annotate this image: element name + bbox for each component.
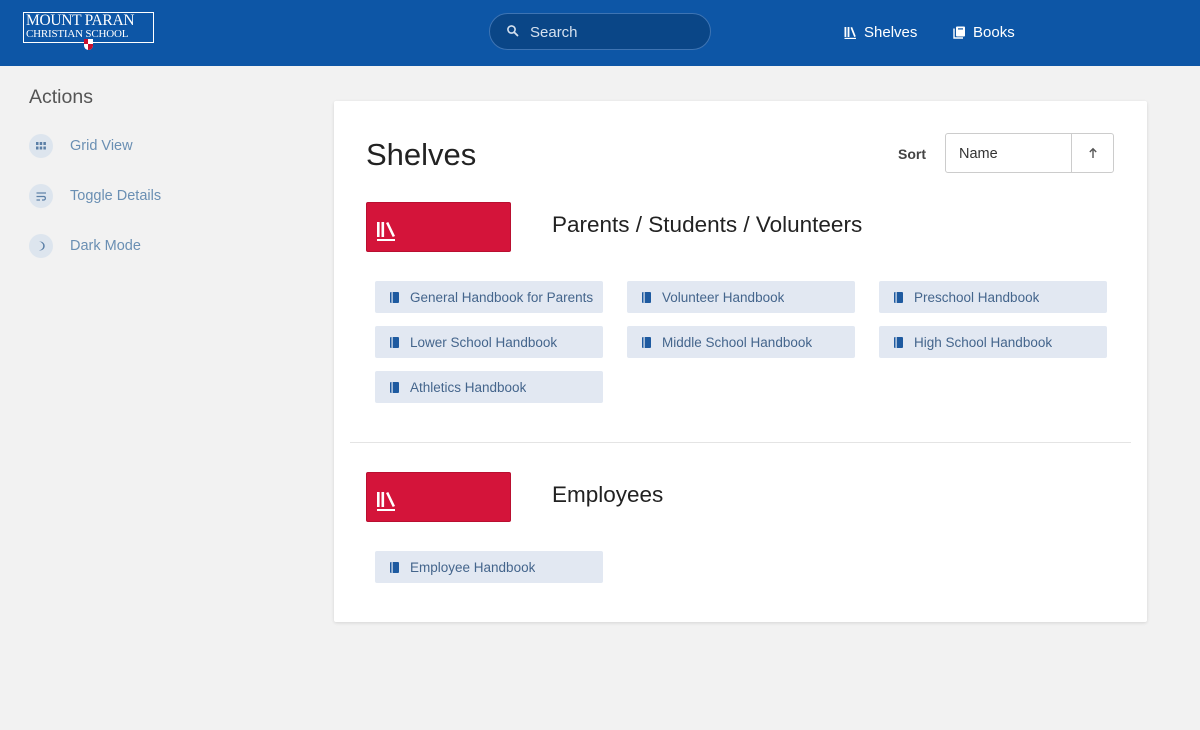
toggle-details-icon xyxy=(29,184,53,208)
arrow-up-icon xyxy=(1088,147,1097,158)
moon-icon xyxy=(29,234,53,258)
search-input[interactable] xyxy=(530,21,700,43)
toggle-details-label: Toggle Details xyxy=(70,188,162,204)
grid-view-label: Grid View xyxy=(70,138,133,154)
nav-shelves-link[interactable]: Shelves xyxy=(844,22,917,42)
toggle-details-action[interactable]: Toggle Details xyxy=(29,184,161,208)
shelf-thumbnail[interactable] xyxy=(366,202,511,252)
book-icon xyxy=(894,291,903,303)
book-icon xyxy=(894,336,903,348)
sort-select[interactable]: Name xyxy=(945,133,1072,173)
shelves-card: Shelves Sort Name Parents / Students / V… xyxy=(334,101,1147,622)
page-title: Shelves xyxy=(366,137,477,172)
book-icon xyxy=(390,291,399,303)
book-icon xyxy=(642,336,651,348)
book-title: Middle School Handbook xyxy=(662,334,813,350)
search-box[interactable] xyxy=(489,13,711,50)
book-icon xyxy=(390,561,399,573)
top-header: MOUNT PARAN CHRISTIAN SCHOOL Shelves Boo… xyxy=(0,0,1200,66)
book-icon xyxy=(390,336,399,348)
book-chip[interactable]: General Handbook for Parents xyxy=(375,281,603,313)
shelf-thumbnail[interactable] xyxy=(366,472,511,522)
book-title: Employee Handbook xyxy=(410,559,536,575)
book-title: General Handbook for Parents xyxy=(410,289,594,305)
book-title: Volunteer Handbook xyxy=(662,289,785,305)
sort-direction-button[interactable] xyxy=(1071,133,1114,173)
book-icon xyxy=(642,291,651,303)
logo-line-2: CHRISTIAN SCHOOL xyxy=(26,28,129,40)
book-chip[interactable]: Volunteer Handbook xyxy=(627,281,855,313)
crest-icon xyxy=(84,39,93,50)
shelf-name[interactable]: Employees xyxy=(552,482,663,508)
grid-view-action[interactable]: Grid View xyxy=(29,134,133,158)
book-title: Preschool Handbook xyxy=(914,289,1040,305)
shelf-icon xyxy=(377,492,395,511)
books-icon xyxy=(953,26,965,39)
nav-books-label: Books xyxy=(973,23,1015,41)
actions-title: Actions xyxy=(29,86,93,108)
shelf-name[interactable]: Parents / Students / Volunteers xyxy=(552,212,862,238)
shelf-icon xyxy=(377,222,395,241)
dark-mode-label: Dark Mode xyxy=(70,238,141,254)
search-icon xyxy=(507,25,519,37)
book-chip[interactable]: Athletics Handbook xyxy=(375,371,603,403)
school-logo[interactable]: MOUNT PARAN CHRISTIAN SCHOOL xyxy=(23,12,154,50)
book-chip[interactable]: Preschool Handbook xyxy=(879,281,1107,313)
shelf-divider xyxy=(350,442,1131,443)
book-chip[interactable]: Employee Handbook xyxy=(375,551,603,583)
logo-line-1: MOUNT PARAN xyxy=(26,12,135,29)
book-icon xyxy=(390,381,399,393)
book-title: Athletics Handbook xyxy=(410,379,527,395)
nav-books-link[interactable]: Books xyxy=(953,22,1015,42)
book-chip[interactable]: Middle School Handbook xyxy=(627,326,855,358)
shelves-icon xyxy=(844,26,856,39)
grid-icon xyxy=(29,134,53,158)
book-title: Lower School Handbook xyxy=(410,334,558,350)
book-title: High School Handbook xyxy=(914,334,1053,350)
sort-label: Sort xyxy=(898,146,926,162)
book-chip[interactable]: High School Handbook xyxy=(879,326,1107,358)
dark-mode-action[interactable]: Dark Mode xyxy=(29,234,141,258)
nav-shelves-label: Shelves xyxy=(864,23,918,41)
book-chip[interactable]: Lower School Handbook xyxy=(375,326,603,358)
